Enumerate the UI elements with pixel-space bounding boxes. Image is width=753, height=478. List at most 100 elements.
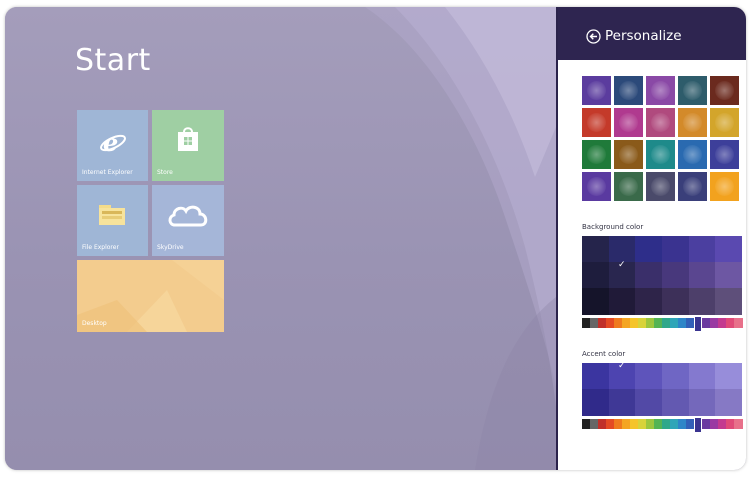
pattern-thumbnail[interactable] [646,76,675,105]
color-swatch[interactable] [688,363,716,390]
accent-hue-slider[interactable] [582,417,743,433]
tile-store[interactable]: Store [152,110,224,181]
accent-color-grid: ✓ [582,361,743,416]
tile-file-explorer[interactable]: File Explorer [77,185,148,256]
personalize-panel: Personalize Background color ✓ Accent co… [556,7,746,470]
color-swatch[interactable] [688,262,716,289]
color-swatch[interactable]: ✓ [608,361,636,390]
internet-explorer-icon: e [100,128,126,156]
start-screen: Start e Internet Explorer Store File Exp… [5,7,556,470]
pattern-motif [619,145,638,164]
pattern-motif [715,145,734,164]
hue-segment[interactable] [734,318,743,328]
color-swatch[interactable] [635,363,663,390]
color-swatch[interactable] [688,236,716,263]
pattern-motif [651,177,670,196]
hue-slider-thumb[interactable] [694,417,702,433]
color-swatch[interactable] [582,288,610,315]
color-swatch[interactable] [582,236,610,263]
color-swatch[interactable]: ✓ [608,260,636,289]
pattern-motif [587,81,606,100]
panel-header: Personalize [558,7,746,60]
pattern-thumbnail[interactable] [582,172,611,201]
tile-skydrive[interactable]: SkyDrive [152,185,224,256]
folder-icon [99,205,125,225]
pattern-motif [683,177,702,196]
pattern-thumbnail[interactable] [614,172,643,201]
color-swatch[interactable] [662,288,690,315]
pattern-motif [651,81,670,100]
color-swatch[interactable] [688,389,716,416]
pattern-motif [651,145,670,164]
pattern-thumbnail[interactable] [614,108,643,137]
color-swatch[interactable] [635,288,663,315]
color-swatch[interactable] [662,363,690,390]
selected-checkmark-icon: ✓ [617,361,626,371]
color-swatch[interactable] [715,389,743,416]
hue-segment[interactable] [734,419,743,429]
pattern-motif [651,113,670,132]
pattern-thumbnail[interactable] [646,108,675,137]
pattern-motif [587,145,606,164]
pattern-motif [619,177,638,196]
color-swatch[interactable] [582,363,610,390]
background-color-label: Background color [582,223,644,231]
pattern-thumbnail[interactable] [678,172,707,201]
tile-label: File Explorer [82,244,119,251]
color-swatch[interactable] [662,262,690,289]
color-swatch[interactable] [582,389,610,416]
pattern-motif [683,113,702,132]
pattern-thumbnail[interactable] [678,140,707,169]
pattern-motif [683,81,702,100]
pattern-thumbnail[interactable] [614,140,643,169]
color-swatch[interactable] [715,288,743,315]
color-swatch[interactable] [662,389,690,416]
panel-title: Personalize [605,28,682,44]
hue-slider-thumb[interactable] [694,316,702,332]
background-pattern-grid [582,76,744,204]
color-swatch[interactable] [582,262,610,289]
pattern-thumbnail[interactable] [710,140,739,169]
tile-label: Internet Explorer [82,169,133,176]
pattern-motif [715,177,734,196]
color-swatch[interactable] [635,236,663,263]
pattern-motif [587,177,606,196]
color-swatch[interactable] [608,288,636,315]
pattern-motif [683,145,702,164]
pattern-thumbnail[interactable] [582,108,611,137]
background-color-grid: ✓ [582,236,743,315]
tile-internet-explorer[interactable]: e Internet Explorer [77,110,148,181]
pattern-motif [715,81,734,100]
pattern-thumbnail[interactable] [710,108,739,137]
pattern-thumbnail[interactable] [582,76,611,105]
pattern-motif [587,113,606,132]
tile-label: SkyDrive [157,244,184,251]
pattern-thumbnail[interactable] [678,108,707,137]
color-swatch[interactable] [608,236,636,263]
pattern-thumbnail[interactable] [710,76,739,105]
screen-frame: Start e Internet Explorer Store File Exp… [5,7,746,470]
color-swatch[interactable] [715,363,743,390]
pattern-thumbnail[interactable] [646,172,675,201]
color-swatch[interactable] [608,389,636,416]
color-swatch[interactable] [662,236,690,263]
pattern-motif [715,113,734,132]
selected-checkmark-icon: ✓ [617,260,626,270]
start-title: Start [75,43,151,78]
color-swatch[interactable] [715,236,743,263]
accent-color-label: Accent color [582,350,626,358]
color-swatch[interactable] [635,389,663,416]
pattern-thumbnail[interactable] [582,140,611,169]
pattern-thumbnail[interactable] [614,76,643,105]
back-arrow-icon[interactable] [586,29,601,44]
pattern-thumbnail[interactable] [646,140,675,169]
background-hue-slider[interactable] [582,316,743,332]
pattern-motif [619,113,638,132]
pattern-thumbnail[interactable] [678,76,707,105]
tile-label: Desktop [82,320,107,327]
color-swatch[interactable] [635,262,663,289]
tile-desktop[interactable]: Desktop [77,260,224,332]
color-swatch[interactable] [688,288,716,315]
color-swatch[interactable] [715,262,743,289]
pattern-thumbnail[interactable] [710,172,739,201]
